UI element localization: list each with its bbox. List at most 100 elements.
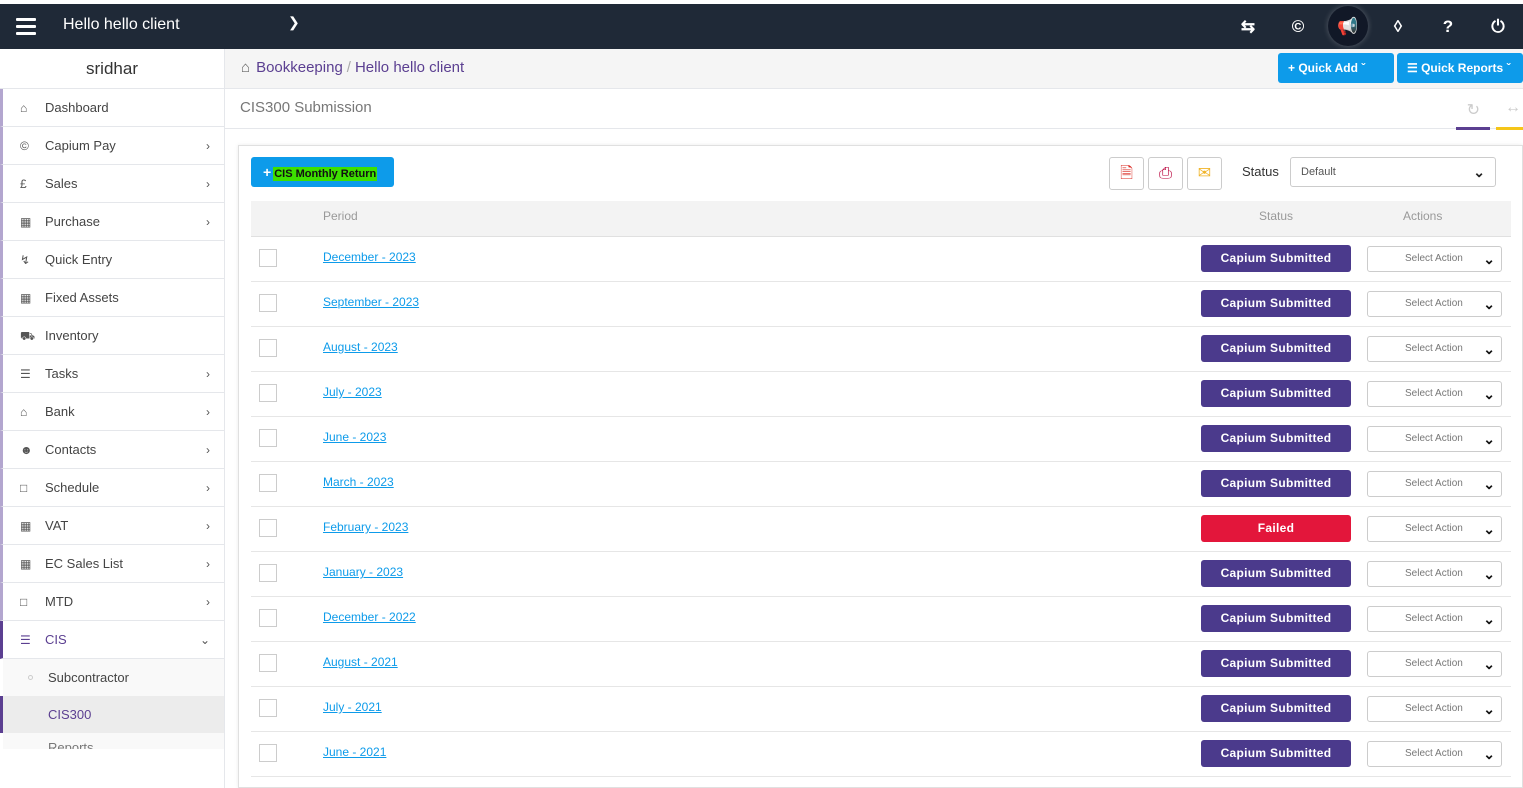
sidebar-item-label: Quick Entry	[45, 252, 113, 267]
breadcrumb-root[interactable]: Bookkeeping	[256, 59, 343, 76]
table-row: June - 2021 Capium Submitted Select Action…	[251, 732, 1511, 777]
sidebar-item-inventory[interactable]: ⛟ Inventory	[0, 317, 224, 355]
chevron-right-icon: ›	[206, 367, 210, 381]
sidebar-item-vat[interactable]: ▦ VAT ›	[0, 507, 224, 545]
action-select-value: Select Action	[1405, 523, 1463, 534]
row-checkbox[interactable]	[259, 699, 277, 717]
cis-monthly-return-button[interactable]: + CIS Monthly Return	[251, 157, 394, 187]
table-row: August - 2023 Capium Submitted Select Acti…	[251, 327, 1511, 372]
action-select-value: Select Action	[1405, 298, 1463, 309]
action-select[interactable]: Select Action ⌄	[1367, 246, 1502, 272]
ticket-icon[interactable]: ◊	[1373, 4, 1423, 49]
sidebar-item-cis[interactable]: ☰ CIS ⌄	[0, 621, 224, 659]
sidebar-item-dashboard[interactable]: ⌂ Dashboard	[0, 89, 224, 127]
column-header-period[interactable]: Period	[323, 201, 358, 231]
row-checkbox[interactable]	[259, 519, 277, 537]
breadcrumb-current: Hello hello client	[354, 59, 465, 76]
home-icon[interactable]: ⌂	[241, 59, 250, 76]
row-checkbox[interactable]	[259, 294, 277, 312]
action-select-value: Select Action	[1405, 478, 1463, 489]
help-icon[interactable]: ?	[1423, 4, 1473, 49]
chevron-down-icon: ⌄	[1483, 701, 1495, 717]
row-checkbox[interactable]	[259, 339, 277, 357]
row-checkbox[interactable]	[259, 384, 277, 402]
status-badge: Capium Submitted	[1201, 290, 1351, 317]
status-badge: Capium Submitted	[1201, 470, 1351, 497]
sidebar-item-tasks[interactable]: ☰ Tasks ›	[0, 355, 224, 393]
row-checkbox[interactable]	[259, 474, 277, 492]
action-select[interactable]: Select Action ⌄	[1367, 696, 1502, 722]
power-icon[interactable]: ⏻	[1473, 4, 1523, 49]
sidebar-item-sales[interactable]: £ Sales ›	[0, 165, 224, 203]
period-link[interactable]: February - 2023	[323, 520, 408, 534]
row-checkbox[interactable]	[259, 609, 277, 627]
home-icon: ⌂	[20, 101, 28, 115]
action-select[interactable]: Select Action ⌄	[1367, 426, 1502, 452]
table-row: March - 2023 Capium Submitted Select Actio…	[251, 462, 1511, 507]
period-link[interactable]: June - 2023	[323, 430, 386, 444]
status-filter-select[interactable]: Default ⌄	[1290, 157, 1496, 187]
chevron-down-icon: ⌄	[1483, 431, 1495, 447]
list-icon: ☰	[1407, 61, 1422, 75]
action-select[interactable]: Select Action ⌄	[1367, 741, 1502, 767]
print-icon[interactable]: ⎙	[1148, 157, 1183, 190]
sidebar-subitem-reports[interactable]: Reports	[0, 733, 224, 749]
period-link[interactable]: July - 2023	[323, 385, 382, 399]
period-link[interactable]: June - 2021	[323, 745, 386, 759]
action-select[interactable]: Select Action ⌄	[1367, 471, 1502, 497]
action-select[interactable]: Select Action ⌄	[1367, 561, 1502, 587]
megaphone-icon[interactable]: 📢	[1323, 4, 1373, 49]
sidebar-item-fixed-assets[interactable]: ▦ Fixed Assets	[0, 279, 224, 317]
quick-add-button[interactable]: + Quick Add ˇ	[1278, 53, 1394, 83]
email-icon[interactable]: ✉	[1187, 157, 1222, 190]
action-select[interactable]: Select Action ⌄	[1367, 651, 1502, 677]
chevron-down-icon[interactable]: ❯	[288, 14, 300, 31]
sidebar-subitem-cis300[interactable]: CIS300	[0, 696, 224, 733]
period-link[interactable]: July - 2021	[323, 700, 382, 714]
sidebar-item-quick-entry[interactable]: ↯ Quick Entry	[0, 241, 224, 279]
action-select[interactable]: Select Action ⌄	[1367, 381, 1502, 407]
quick-reports-button[interactable]: ☰ Quick Reports ˇ	[1397, 53, 1523, 83]
period-link[interactable]: August - 2021	[323, 655, 398, 669]
list-icon: ☰	[20, 633, 31, 647]
chevron-down-icon: ⌄	[1483, 746, 1495, 762]
switch-icon[interactable]: ⇆	[1223, 4, 1273, 49]
sidebar-subitem-subcontractor[interactable]: Subcontractor	[0, 659, 224, 696]
status-badge: Capium Submitted	[1201, 605, 1351, 632]
row-checkbox[interactable]	[259, 249, 277, 267]
period-link[interactable]: August - 2023	[323, 340, 398, 354]
action-select[interactable]: Select Action ⌄	[1367, 516, 1502, 542]
menu-icon[interactable]	[16, 18, 36, 35]
action-select-value: Select Action	[1405, 253, 1463, 264]
period-link[interactable]: December - 2023	[323, 250, 416, 264]
sidebar-item-schedule[interactable]: □ Schedule ›	[0, 469, 224, 507]
row-checkbox[interactable]	[259, 654, 277, 672]
action-select[interactable]: Select Action ⌄	[1367, 291, 1502, 317]
sidebar-item-mtd[interactable]: □ MTD ›	[0, 583, 224, 621]
period-link[interactable]: March - 2023	[323, 475, 394, 489]
action-select[interactable]: Select Action ⌄	[1367, 336, 1502, 362]
sidebar-subitem-label: Subcontractor	[48, 670, 129, 685]
refresh-icon[interactable]: ↻	[1467, 100, 1480, 120]
period-link[interactable]: January - 2023	[323, 565, 403, 579]
purchase-icon: ▦	[20, 215, 32, 229]
action-select[interactable]: Select Action ⌄	[1367, 606, 1502, 632]
page-title-bar: CIS300 Submission ↻ ↔	[225, 89, 1523, 130]
period-link[interactable]: December - 2022	[323, 610, 416, 624]
row-checkbox[interactable]	[259, 429, 277, 447]
table-row: September - 2023 Capium Submitted Select A…	[251, 282, 1511, 327]
sidebar-item-capium-pay[interactable]: © Capium Pay ›	[0, 127, 224, 165]
pdf-icon[interactable]: 🗎	[1109, 157, 1144, 190]
sidebar-item-purchase[interactable]: ▦ Purchase ›	[0, 203, 224, 241]
capium-icon[interactable]: ©	[1273, 4, 1323, 49]
client-name[interactable]: Hello hello client	[63, 16, 180, 34]
period-link[interactable]: September - 2023	[323, 295, 419, 309]
row-checkbox[interactable]	[259, 564, 277, 582]
expand-icon[interactable]: ↔	[1505, 99, 1521, 117]
row-checkbox[interactable]	[259, 744, 277, 762]
sidebar-item-contacts[interactable]: ☻ Contacts ›	[0, 431, 224, 469]
sidebar-item-bank[interactable]: ⌂ Bank ›	[0, 393, 224, 431]
tasks-icon: ☰	[20, 367, 31, 381]
sidebar-item-ec-sales-list[interactable]: ▦ EC Sales List ›	[0, 545, 224, 583]
chevron-right-icon: ›	[206, 519, 210, 533]
